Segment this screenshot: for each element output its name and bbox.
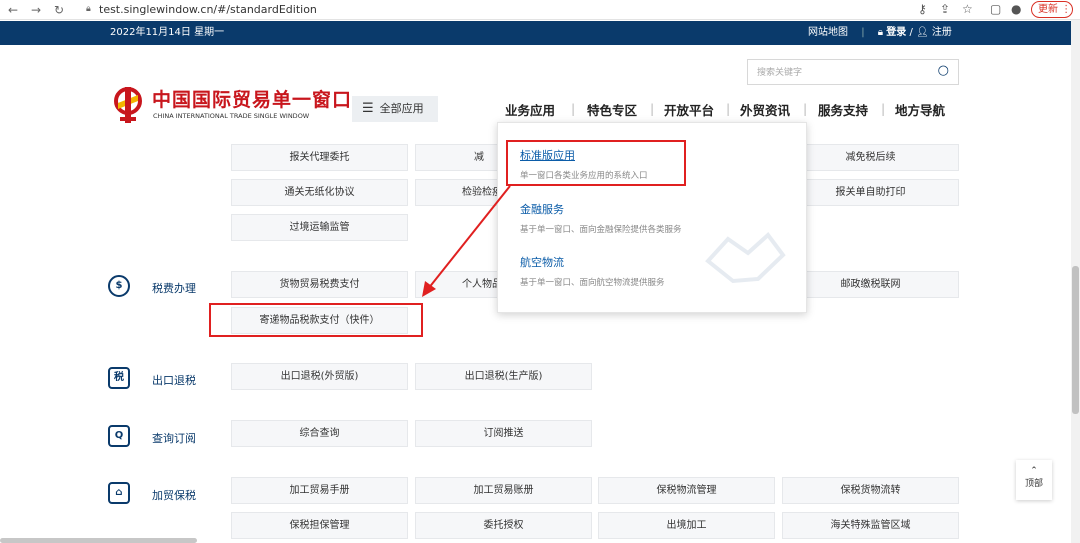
vertical-scrollbar[interactable] <box>1071 20 1080 543</box>
scrollbar-thumb[interactable] <box>1072 266 1079 414</box>
back-to-top-label: 顶部 <box>1024 479 1043 489</box>
back-to-top-button[interactable]: ⌃ 顶部 <box>1016 460 1052 500</box>
annotation-arrow-icon <box>422 185 511 297</box>
horizontal-scrollbar[interactable] <box>0 538 197 543</box>
chevron-up-icon: ⌃ <box>1030 466 1038 476</box>
